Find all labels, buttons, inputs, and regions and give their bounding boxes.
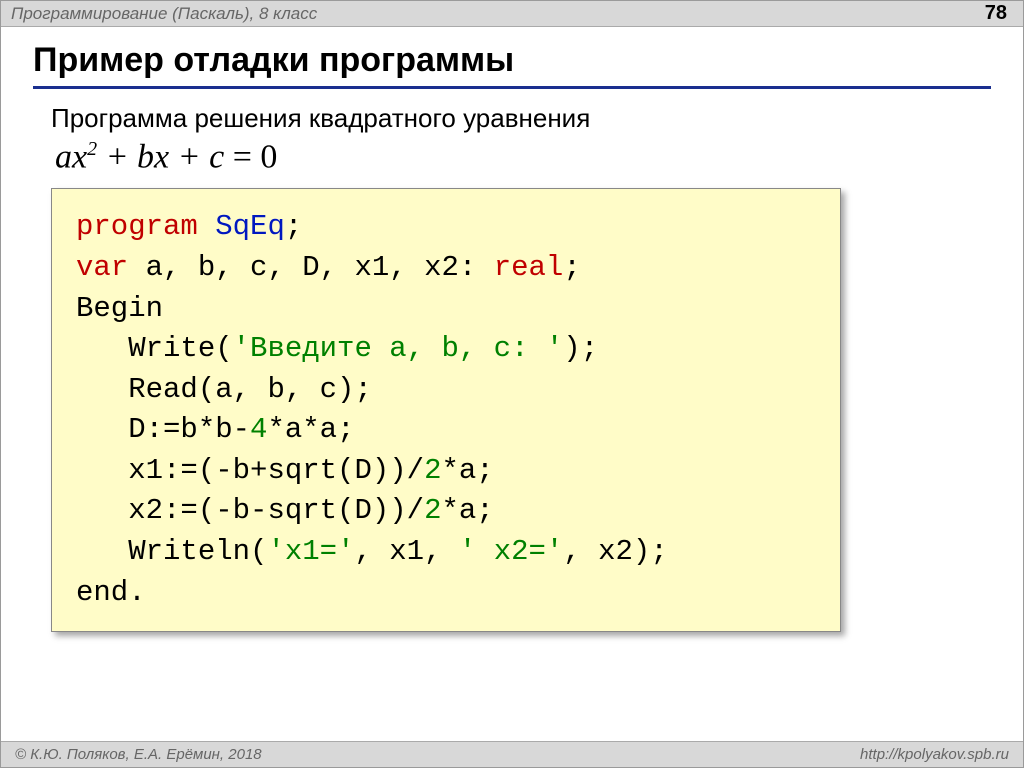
page-title: Пример отладки программы	[33, 41, 991, 89]
formula-sup: 2	[87, 138, 97, 160]
x2-line-a: x2:=(-b-sqrt(D))/	[128, 494, 424, 527]
formula-plus2: +	[169, 138, 209, 175]
page-number: 78	[985, 2, 1013, 25]
string-prompt: 'Введите a, b, c: '	[233, 332, 564, 365]
equation-formula: ax2 + bx + c = 0	[55, 138, 991, 176]
d-line-a: D:=b*b-	[128, 413, 250, 446]
footer-url: http://kpolyakov.spb.ru	[860, 746, 1009, 763]
kw-var: var	[76, 251, 128, 284]
formula-x1: x	[72, 138, 87, 175]
kw-real: real	[494, 251, 564, 284]
formula-plus1: +	[97, 138, 137, 175]
read-call: Read(a, b, c);	[128, 373, 372, 406]
x1-line-a: x1:=(-b+sqrt(D))/	[128, 454, 424, 487]
formula-b: b	[137, 138, 154, 175]
formula-x2: x	[154, 138, 169, 175]
write-call: Write(	[128, 332, 232, 365]
writeln-call: Writeln(	[128, 535, 267, 568]
kw-program: program	[76, 210, 198, 243]
kw-begin: Begin	[76, 292, 163, 325]
d-line-b: *a*a;	[267, 413, 354, 446]
code-box: program SqEq; var a, b, c, D, x1, x2: re…	[51, 188, 841, 632]
kw-end: end.	[76, 576, 146, 609]
space	[198, 210, 215, 243]
semicolon: ;	[285, 210, 302, 243]
footer: © К.Ю. Поляков, Е.А. Ерёмин, 2018 http:/…	[1, 741, 1023, 767]
indent	[76, 535, 128, 568]
content-area: Пример отладки программы Программа решен…	[1, 27, 1023, 632]
formula-c: c	[209, 138, 224, 175]
semicolon: ;	[563, 251, 580, 284]
str-x2: ' x2='	[459, 535, 563, 568]
x1-line-b: *a;	[441, 454, 493, 487]
comma-x1: , x1,	[354, 535, 458, 568]
formula-zero: 0	[260, 138, 277, 175]
course-title: Программирование (Паскаль), 8 класс	[11, 4, 317, 24]
close: );	[563, 332, 598, 365]
indent	[76, 413, 128, 446]
comma-x2: , x2);	[563, 535, 667, 568]
topbar: Программирование (Паскаль), 8 класс 78	[1, 1, 1023, 27]
formula-a: a	[55, 138, 72, 175]
str-x1: 'x1='	[267, 535, 354, 568]
indent	[76, 454, 128, 487]
indent	[76, 332, 128, 365]
x2-line-b: *a;	[441, 494, 493, 527]
num-4: 4	[250, 413, 267, 446]
indent	[76, 494, 128, 527]
formula-eq: =	[224, 138, 260, 175]
slide: Программирование (Паскаль), 8 класс 78 П…	[0, 0, 1024, 768]
var-list: a, b, c, D, x1, x2:	[128, 251, 493, 284]
indent	[76, 373, 128, 406]
subtitle: Программа решения квадратного уравнения	[51, 103, 991, 134]
footer-authors: © К.Ю. Поляков, Е.А. Ерёмин, 2018	[15, 746, 262, 763]
program-name: SqEq	[215, 210, 285, 243]
num-2b: 2	[424, 494, 441, 527]
num-2a: 2	[424, 454, 441, 487]
